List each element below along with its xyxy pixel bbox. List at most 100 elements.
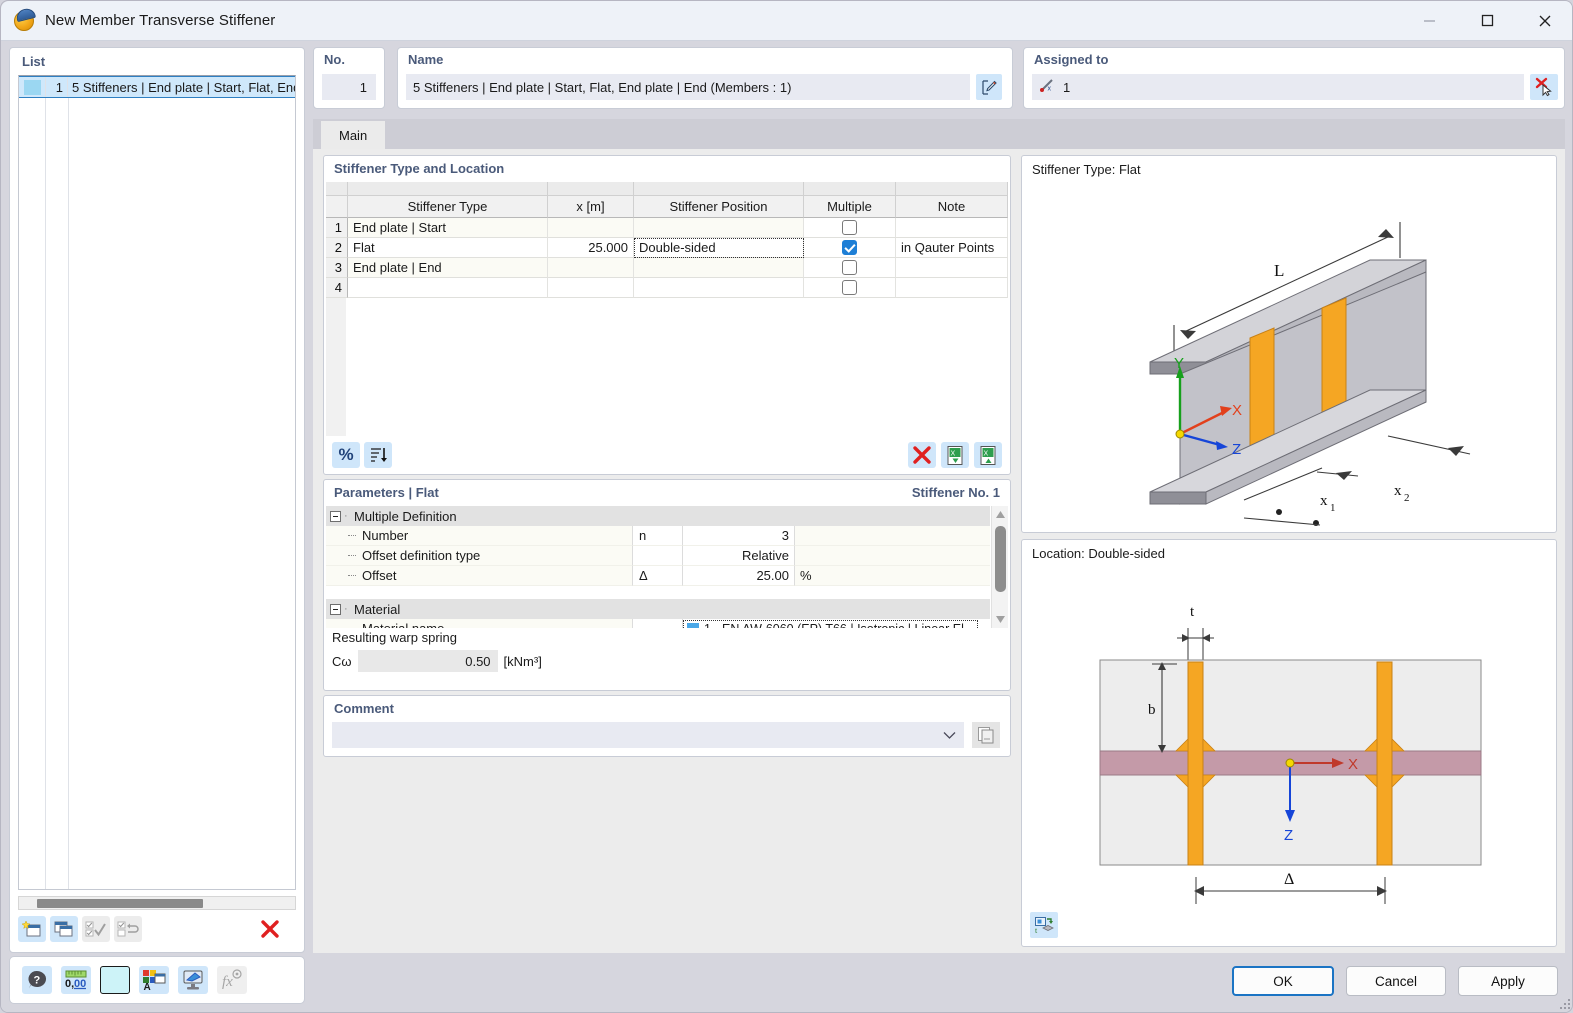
cell-multiple[interactable] [804, 278, 896, 298]
name-field-group: Name 5 Stiffeners | End plate | Start, F… [397, 47, 1013, 109]
svg-text:X: X [983, 450, 988, 457]
delete-item-button[interactable] [256, 916, 284, 942]
svg-text:X: X [1348, 756, 1358, 773]
cell-multiple[interactable] [804, 218, 896, 238]
param-value-cell[interactable]: 1 - EN AW-6060 (EP) T66 | Isotropic | Li… [682, 619, 990, 628]
collapse-icon[interactable] [330, 510, 341, 522]
cell-stiffener-type[interactable]: Flat [348, 238, 548, 258]
parameters-tree[interactable]: · Multiple Definition Number n 3 Offset … [326, 506, 990, 628]
export-graphic-icon[interactable]: t [1030, 912, 1058, 938]
ok-button[interactable]: OK [1232, 966, 1334, 996]
cancel-button[interactable]: Cancel [1346, 966, 1446, 996]
new-item-button[interactable] [18, 916, 46, 942]
table-row[interactable]: 1 End plate | Start [326, 218, 1008, 238]
svg-text:b: b [1148, 702, 1156, 718]
number-value[interactable]: 1 [322, 74, 376, 100]
chevron-down-icon[interactable] [943, 728, 956, 743]
scroll-up-icon[interactable] [992, 506, 1009, 523]
select-all-button[interactable] [82, 916, 110, 942]
cell-x[interactable] [548, 218, 634, 238]
cell-multiple[interactable] [804, 258, 896, 278]
main-content: Stiffener Type and Location Stiffener Ty… [313, 149, 1565, 953]
close-icon[interactable] [1516, 1, 1572, 41]
list-item[interactable]: 1 5 Stiffeners | End plate | Start, Flat… [19, 76, 295, 98]
comment-input[interactable] [332, 722, 964, 748]
cell-note[interactable]: in Qauter Points [896, 238, 1008, 258]
table-row[interactable]: 3 End plate | End [326, 258, 1008, 278]
cell-note[interactable] [896, 218, 1008, 238]
cell-stiffener-type[interactable] [348, 278, 548, 298]
svg-text:t: t [1035, 926, 1038, 935]
title-bar: New Member Transverse Stiffener [1, 1, 1572, 41]
cell-stiffener-position[interactable] [634, 278, 804, 298]
param-row-offset[interactable]: Offset Δ 25.00 % [326, 566, 990, 586]
location-graphic: t b X Z Δ [1022, 564, 1556, 946]
svg-text:?: ? [34, 975, 41, 987]
edit-name-icon[interactable] [976, 74, 1002, 100]
delete-row-button[interactable] [908, 442, 936, 468]
maximize-icon[interactable] [1458, 1, 1516, 41]
param-value[interactable]: Relative [682, 546, 794, 566]
cell-stiffener-type[interactable]: End plate | Start [348, 218, 548, 238]
svg-text:t: t [1190, 604, 1195, 620]
resize-grip[interactable] [1556, 995, 1570, 1009]
clear-assignment-icon[interactable] [1530, 74, 1558, 100]
list-panel: List 1 5 Stiffeners | End plate | Start,… [9, 47, 305, 953]
render-settings-icon[interactable]: A [139, 966, 169, 994]
tab-main[interactable]: Main [321, 121, 386, 149]
export-excel-icon[interactable]: X [974, 442, 1002, 468]
table-toolbar: % X X [326, 438, 1008, 472]
multiple-checkbox[interactable] [842, 260, 857, 275]
list-horizontal-scrollbar[interactable] [18, 896, 296, 910]
units-icon[interactable]: 0, 00 [61, 966, 91, 994]
multiple-checkbox[interactable] [842, 280, 857, 295]
color-swatch-icon[interactable] [100, 966, 130, 994]
cell-stiffener-position[interactable] [634, 218, 804, 238]
copy-item-button[interactable] [50, 916, 78, 942]
table-row[interactable]: 2 Flat 25.000 Double-sided in Qauter Poi… [326, 238, 1008, 258]
param-unit: % [794, 566, 990, 586]
material-selector[interactable]: 1 - EN AW-6060 (EP) T66 | Isotropic | Li… [683, 619, 979, 628]
stiffener-table[interactable]: Stiffener Type x [m] Stiffener Position … [326, 182, 1008, 298]
sort-button[interactable] [364, 442, 392, 468]
percent-button[interactable]: % [332, 442, 360, 468]
view-mode-icon[interactable] [178, 966, 208, 994]
warp-spring-section: Resulting warp spring Cω 0.50 [kNm³] [332, 630, 1002, 684]
scroll-down-icon[interactable] [992, 611, 1009, 628]
assigned-input[interactable]: x 1 [1032, 74, 1524, 100]
multiple-checkbox[interactable] [842, 240, 857, 255]
import-excel-icon[interactable]: X [941, 442, 969, 468]
cell-note[interactable] [896, 278, 1008, 298]
cell-stiffener-position[interactable]: Double-sided [634, 238, 804, 258]
table-row[interactable]: 4 [326, 278, 1008, 298]
cell-stiffener-type[interactable]: End plate | End [348, 258, 548, 278]
bottom-tool-bar: ? 0, 00 A fx [9, 956, 305, 1004]
minimize-icon[interactable] [1400, 1, 1458, 41]
comment-templates-icon[interactable] [972, 722, 1000, 748]
param-row-offset-definition-type[interactable]: Offset definition type Relative [326, 546, 990, 566]
formula-icon[interactable]: fx [217, 966, 247, 994]
param-row-material-name[interactable]: Material name 1 - EN AW-6060 (EP) T66 | … [326, 619, 990, 628]
name-input[interactable]: 5 Stiffeners | End plate | Start, Flat, … [406, 74, 970, 100]
multiple-checkbox[interactable] [842, 220, 857, 235]
apply-button[interactable]: Apply [1458, 966, 1558, 996]
group-material[interactable]: · Material [326, 599, 990, 619]
collapse-icon[interactable] [330, 603, 341, 615]
cell-x[interactable] [548, 278, 634, 298]
help-icon[interactable]: ? [22, 966, 52, 994]
list-grid[interactable]: 1 5 Stiffeners | End plate | Start, Flat… [18, 75, 296, 890]
cell-stiffener-position[interactable] [634, 258, 804, 278]
scrollbar-thumb[interactable] [37, 899, 203, 908]
scrollbar-thumb[interactable] [995, 526, 1006, 592]
cell-multiple[interactable] [804, 238, 896, 258]
param-value[interactable]: 3 [682, 526, 794, 546]
param-row-number[interactable]: Number n 3 [326, 526, 990, 546]
param-value[interactable]: 25.00 [682, 566, 794, 586]
group-multiple-definition[interactable]: · Multiple Definition [326, 506, 990, 526]
cell-x[interactable]: 25.000 [548, 238, 634, 258]
cell-note[interactable] [896, 258, 1008, 278]
invert-selection-button[interactable] [114, 916, 142, 942]
parameters-scrollbar[interactable] [991, 506, 1008, 628]
cell-x[interactable] [548, 258, 634, 278]
svg-text:X: X [950, 450, 955, 457]
